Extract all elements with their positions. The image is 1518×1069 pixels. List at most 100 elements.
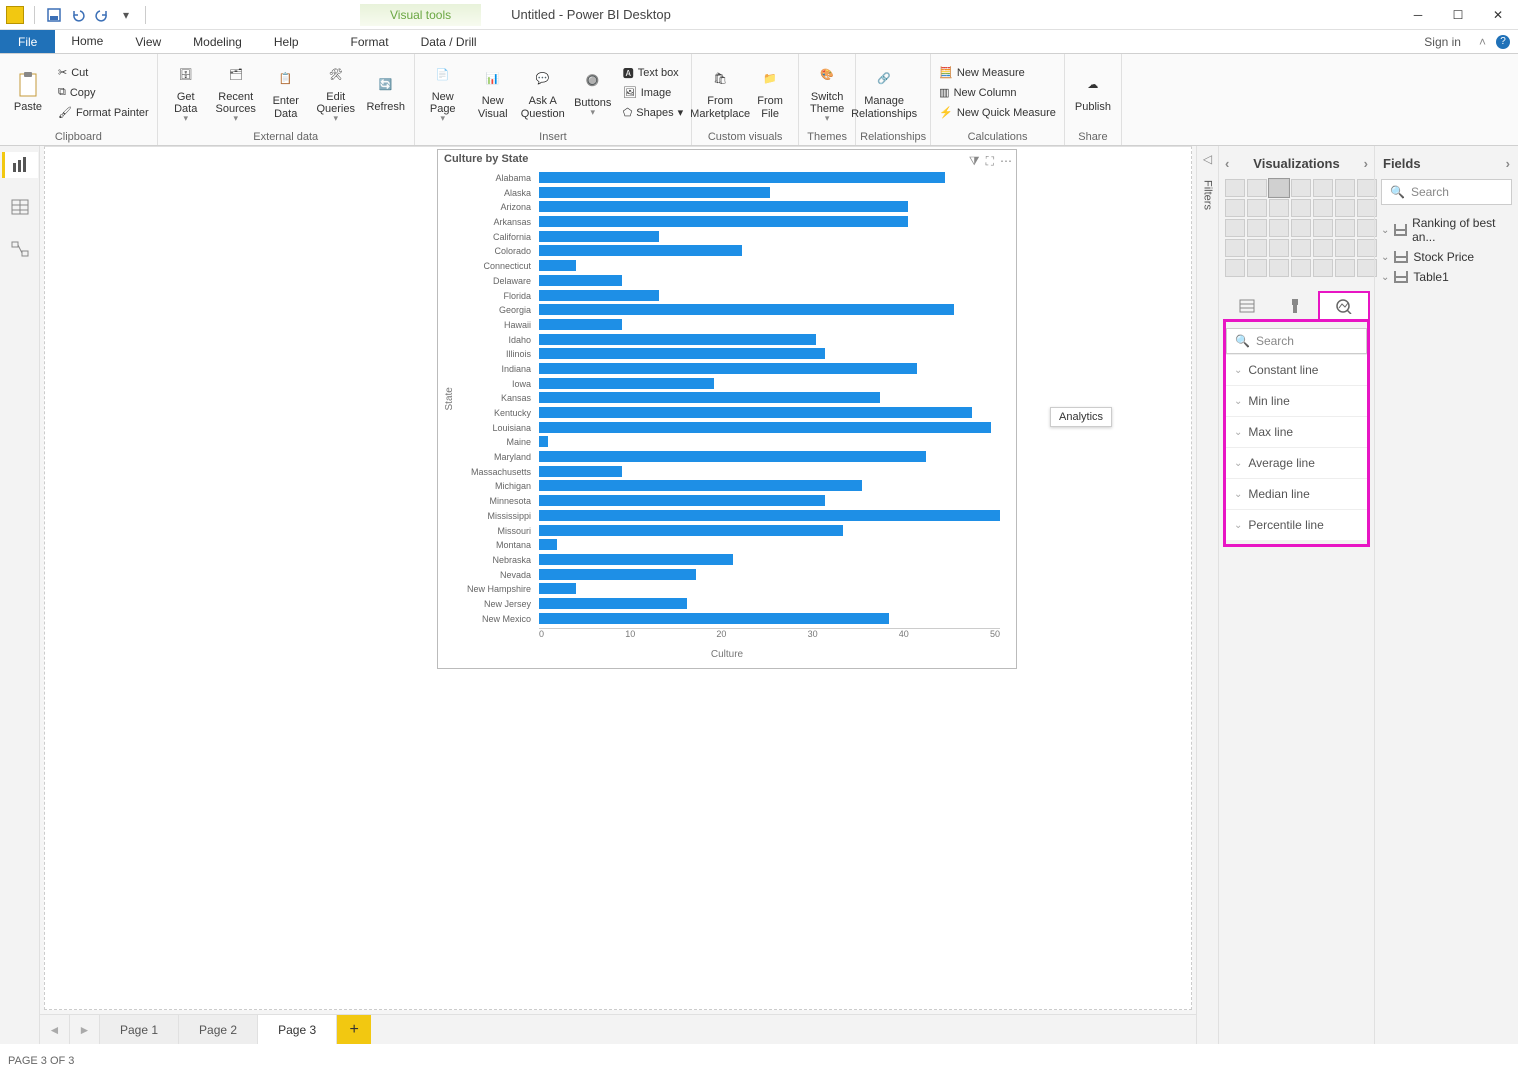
analytics-item-average-line[interactable]: ⌄Average line: [1226, 447, 1367, 478]
bar-montana[interactable]: [539, 539, 557, 550]
bar-massachusetts[interactable]: [539, 466, 622, 477]
page-tab-1[interactable]: Page 1: [100, 1015, 179, 1044]
analytics-item-median-line[interactable]: ⌄Median line: [1226, 478, 1367, 509]
redo-icon[interactable]: [93, 6, 111, 24]
manage-relationships-button[interactable]: 🔗Manage Relationships: [860, 61, 908, 123]
analytics-item-max-line[interactable]: ⌄Max line: [1226, 416, 1367, 447]
focus-mode-icon[interactable]: ⛶: [986, 154, 994, 169]
field-table-1[interactable]: ⌄Stock Price: [1381, 247, 1512, 267]
viz-type-16[interactable]: [1269, 219, 1289, 237]
bar-idaho[interactable]: [539, 334, 816, 345]
viz-type-29[interactable]: [1247, 259, 1267, 277]
bar-minnesota[interactable]: [539, 495, 825, 506]
new-page-button[interactable]: 📄New Page▾: [419, 57, 467, 128]
tab-datadrill[interactable]: Data / Drill: [405, 30, 493, 53]
ask-question-button[interactable]: 💬Ask A Question: [519, 61, 567, 123]
report-canvas[interactable]: ⧩ ⛶ ⋯ Culture by State State AlabamaAlas…: [44, 146, 1192, 1010]
save-icon[interactable]: [45, 6, 63, 24]
copy-button[interactable]: ⧉Copy: [54, 83, 153, 103]
tab-view[interactable]: View: [119, 30, 177, 53]
new-measure-button[interactable]: 🧮New Measure: [935, 63, 1060, 83]
page-tab-2[interactable]: Page 2: [179, 1015, 258, 1044]
viz-type-17[interactable]: [1291, 219, 1311, 237]
more-options-icon[interactable]: ⋯: [1000, 154, 1012, 169]
expand-filters-icon[interactable]: ◁: [1203, 152, 1212, 166]
viz-type-14[interactable]: [1225, 219, 1245, 237]
viz-type-9[interactable]: [1269, 199, 1289, 217]
maximize-button[interactable]: ☐: [1438, 0, 1478, 30]
shapes-button[interactable]: ⬠Shapes ▾: [619, 103, 687, 123]
viz-type-0[interactable]: [1225, 179, 1245, 197]
switch-theme-button[interactable]: 🎨Switch Theme▾: [803, 57, 851, 128]
viz-type-25[interactable]: [1313, 239, 1333, 257]
close-button[interactable]: ✕: [1478, 0, 1518, 30]
paste-button[interactable]: Paste: [4, 67, 52, 117]
tab-help[interactable]: Help: [258, 30, 315, 53]
bar-alabama[interactable]: [539, 172, 945, 183]
page-prev-button[interactable]: ◄: [40, 1015, 70, 1044]
viz-type-32[interactable]: [1313, 259, 1333, 277]
filter-icon[interactable]: ⧩: [969, 154, 980, 169]
viz-type-18[interactable]: [1313, 219, 1333, 237]
data-view-button[interactable]: [2, 194, 38, 220]
field-table-0[interactable]: ⌄Ranking of best an...: [1381, 213, 1512, 247]
bar-new-hampshire[interactable]: [539, 583, 576, 594]
bar-mississippi[interactable]: [539, 510, 1000, 521]
analytics-item-percentile-line[interactable]: ⌄Percentile line: [1226, 509, 1367, 540]
refresh-button[interactable]: 🔄Refresh: [362, 67, 410, 117]
enter-data-button[interactable]: 📋Enter Data: [262, 61, 310, 123]
viz-type-3[interactable]: [1291, 179, 1311, 197]
viz-type-7[interactable]: [1225, 199, 1245, 217]
tab-format[interactable]: Format: [335, 30, 405, 53]
bar-florida[interactable]: [539, 290, 659, 301]
new-column-button[interactable]: ▥New Column: [935, 83, 1060, 103]
from-marketplace-button[interactable]: 🛍From Marketplace: [696, 61, 744, 123]
viz-type-12[interactable]: [1335, 199, 1355, 217]
undo-icon[interactable]: [69, 6, 87, 24]
viz-type-28[interactable]: [1225, 259, 1245, 277]
get-data-button[interactable]: 🗄Get Data▾: [162, 57, 210, 128]
collapse-ribbon-icon[interactable]: ˄: [1479, 35, 1486, 49]
viz-type-31[interactable]: [1291, 259, 1311, 277]
new-quick-measure-button[interactable]: ⚡New Quick Measure: [935, 103, 1060, 123]
bar-alaska[interactable]: [539, 187, 770, 198]
viz-type-10[interactable]: [1291, 199, 1311, 217]
bar-california[interactable]: [539, 231, 659, 242]
page-tab-3[interactable]: Page 3: [258, 1015, 337, 1044]
textbox-button[interactable]: 🅰Text box: [619, 63, 687, 83]
viz-type-19[interactable]: [1335, 219, 1355, 237]
analytics-item-min-line[interactable]: ⌄Min line: [1226, 385, 1367, 416]
viz-type-33[interactable]: [1335, 259, 1355, 277]
fields-tab-button[interactable]: [1223, 291, 1271, 321]
bar-michigan[interactable]: [539, 480, 862, 491]
bar-nevada[interactable]: [539, 569, 696, 580]
bar-maryland[interactable]: [539, 451, 926, 462]
report-view-button[interactable]: [2, 152, 38, 178]
bar-missouri[interactable]: [539, 525, 843, 536]
qat-dropdown-icon[interactable]: ▾: [117, 6, 135, 24]
cut-button[interactable]: ✂Cut: [54, 63, 153, 83]
signin-link[interactable]: Sign in: [1416, 35, 1469, 49]
edit-queries-button[interactable]: 🛠Edit Queries▾: [312, 57, 360, 128]
minimize-button[interactable]: ─: [1398, 0, 1438, 30]
field-table-2[interactable]: ⌄Table1: [1381, 267, 1512, 287]
bar-hawaii[interactable]: [539, 319, 622, 330]
tab-modeling[interactable]: Modeling: [177, 30, 258, 53]
page-next-button[interactable]: ►: [70, 1015, 100, 1044]
recent-sources-button[interactable]: 🗂Recent Sources▾: [212, 57, 260, 128]
add-page-button[interactable]: +: [337, 1015, 371, 1044]
bar-illinois[interactable]: [539, 348, 825, 359]
model-view-button[interactable]: [2, 236, 38, 262]
viz-type-21[interactable]: [1225, 239, 1245, 257]
bar-delaware[interactable]: [539, 275, 622, 286]
bar-new-jersey[interactable]: [539, 598, 687, 609]
fields-search-input[interactable]: 🔍Search: [1381, 179, 1512, 205]
bar-nebraska[interactable]: [539, 554, 733, 565]
viz-type-8[interactable]: [1247, 199, 1267, 217]
viz-type-24[interactable]: [1291, 239, 1311, 257]
bar-new-mexico[interactable]: [539, 613, 889, 624]
image-button[interactable]: 🖼Image: [619, 83, 687, 103]
viz-type-30[interactable]: [1269, 259, 1289, 277]
analytics-tab-button[interactable]: [1318, 291, 1370, 321]
bar-arkansas[interactable]: [539, 216, 908, 227]
